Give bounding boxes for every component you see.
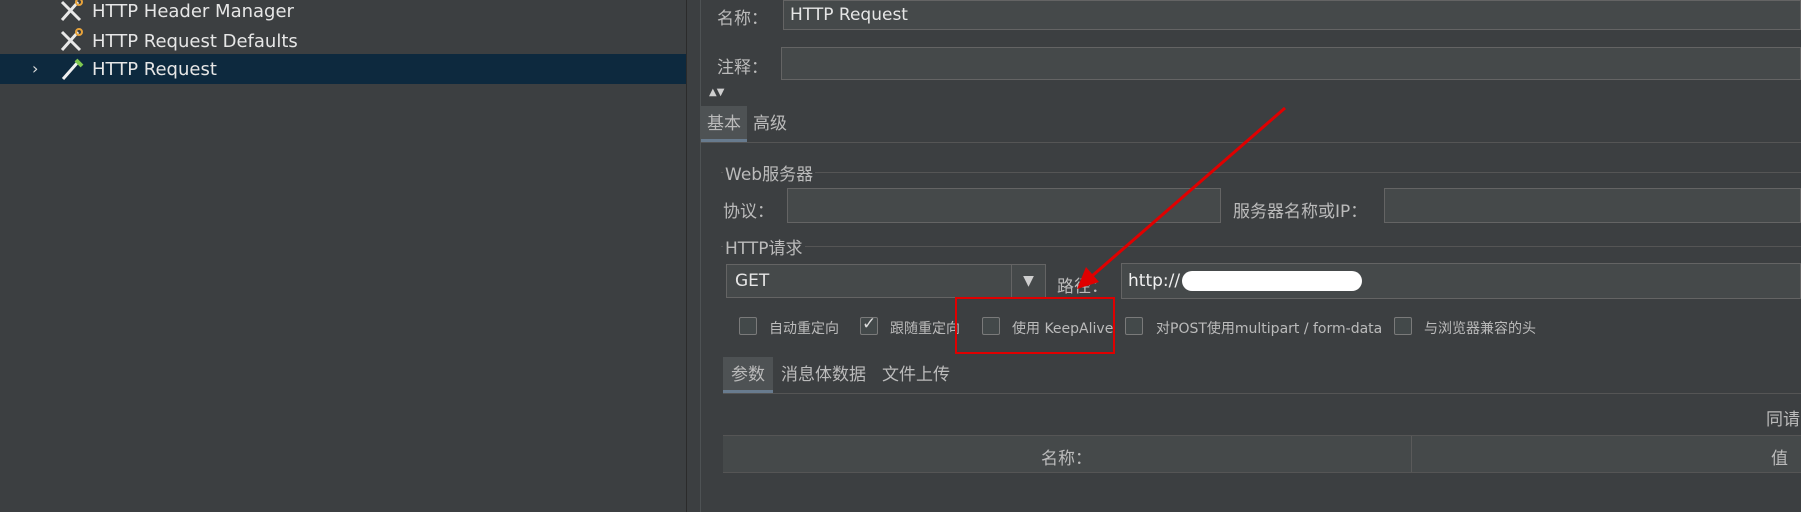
name-label: 名称：	[717, 9, 768, 29]
chevron-down-icon[interactable]: ▼	[1011, 265, 1045, 297]
column-value[interactable]: 值	[1771, 444, 1788, 469]
checkbox-auto-redirect[interactable]	[739, 317, 757, 335]
option-label: 自动重定向	[769, 321, 839, 337]
group-border	[721, 172, 1801, 173]
send-with-request-header: 同请	[1766, 410, 1800, 430]
protocol-field[interactable]	[787, 188, 1221, 223]
http-request-title: HTTP请求	[723, 234, 805, 259]
tab-parameters[interactable]: 参数	[723, 357, 773, 393]
panel-divider[interactable]	[686, 0, 687, 512]
config-tabs: 基本 高级	[701, 106, 793, 142]
test-plan-tree: HTTP Header Manager HTTP Request Default…	[0, 0, 686, 512]
collapse-arrows-icon[interactable]: ▲▼	[709, 87, 724, 98]
tree-item-label: HTTP Request Defaults	[92, 30, 298, 52]
tab-advanced[interactable]: 高级	[747, 106, 793, 142]
group-border	[721, 246, 1801, 247]
params-table-header: 名称： 值	[723, 435, 1801, 473]
checkbox-follow-redirect[interactable]	[860, 314, 878, 335]
web-server-title: Web服务器	[723, 160, 816, 185]
http-request-panel: 名称： HTTP Request 注释： ▲▼ 基本 高级 Web服务器 协议：…	[701, 0, 1801, 512]
tree-item-header-manager[interactable]: HTTP Header Manager	[0, 0, 686, 26]
comment-field[interactable]	[781, 47, 1801, 80]
column-name[interactable]: 名称：	[1041, 444, 1092, 469]
option-label: 与浏览器兼容的头	[1424, 321, 1536, 337]
option-label: 跟随重定向	[890, 321, 960, 337]
wrench-scissors-icon	[58, 28, 86, 54]
checkbox-browser-headers[interactable]	[1394, 317, 1412, 335]
path-label: 路径：	[1057, 277, 1108, 297]
tab-divider	[701, 142, 1801, 143]
pipette-icon	[58, 56, 86, 82]
tree-item-request-defaults[interactable]: HTTP Request Defaults	[0, 26, 686, 56]
name-value: HTTP Request	[790, 5, 908, 25]
redacted-blur	[1182, 271, 1363, 291]
request-data-tabs: 参数 消息体数据 文件上传	[723, 357, 958, 393]
method-value: GET	[735, 271, 770, 291]
path-field[interactable]: http://	[1121, 263, 1801, 299]
subtab-divider	[723, 393, 1801, 394]
tree-item-label: HTTP Header Manager	[92, 0, 294, 22]
tab-body-data[interactable]: 消息体数据	[773, 357, 874, 393]
tab-file-upload[interactable]: 文件上传	[874, 357, 958, 393]
annotation-highlight-box	[955, 297, 1115, 354]
wrench-scissors-icon	[58, 0, 86, 24]
chevron-right-icon[interactable]: ›	[32, 61, 46, 77]
tree-item-label: HTTP Request	[92, 58, 217, 80]
server-field[interactable]	[1384, 188, 1801, 223]
path-value: http://	[1128, 271, 1181, 291]
comment-label: 注释：	[717, 58, 768, 78]
protocol-label: 协议：	[723, 202, 774, 222]
checkbox-multipart[interactable]	[1125, 317, 1143, 335]
server-label: 服务器名称或IP：	[1233, 202, 1368, 222]
tree-item-http-request[interactable]: › HTTP Request	[0, 54, 686, 84]
tab-basic[interactable]: 基本	[701, 106, 747, 142]
name-field[interactable]: HTTP Request	[783, 0, 1801, 30]
option-label: 对POST使用multipart / form-data	[1156, 321, 1383, 337]
column-divider	[1411, 436, 1412, 472]
method-select[interactable]: GET ▼	[726, 264, 1046, 298]
